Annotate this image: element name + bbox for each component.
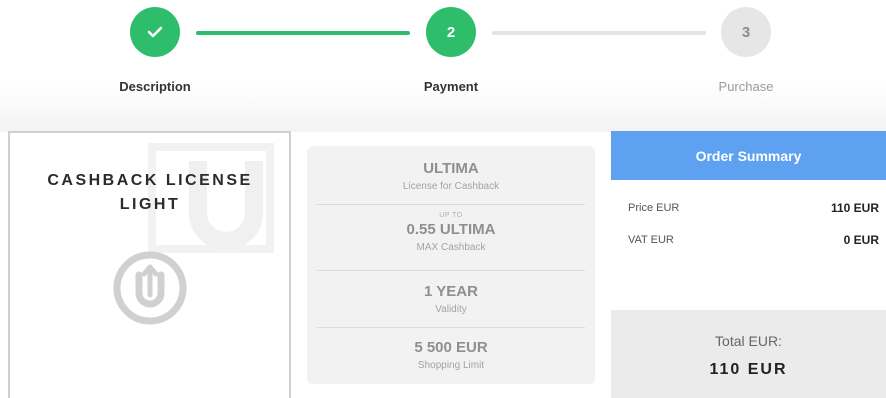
checkmark-icon [147, 26, 163, 38]
step-3-number: 3 [741, 23, 751, 41]
feature-cashback: UP TO 0.55 ULTIMA MAX Cashback [317, 212, 585, 253]
vat-label: VAT EUR [628, 234, 674, 246]
feature-limit-value: 5 500 EUR [414, 339, 488, 356]
summary-total: Total EUR: 110 EUR [611, 310, 886, 398]
step-1-circle[interactable] [130, 7, 180, 57]
feature-cashback-caption: MAX Cashback [416, 242, 486, 253]
feature-divider [317, 270, 585, 271]
total-label: Total EUR: [715, 333, 782, 349]
vat-value: 0 EUR [843, 233, 879, 247]
step-connector-1 [196, 31, 410, 35]
step-2-number: 2 [446, 23, 456, 41]
total-value: 110 EUR [709, 361, 788, 378]
feature-divider [317, 204, 585, 205]
feature-plan-value: ULTIMA [423, 160, 479, 177]
feature-validity-caption: Validity [435, 304, 467, 315]
feature-plan-caption: License for Cashback [402, 181, 500, 192]
step-3-label: Purchase [718, 79, 774, 94]
ultima-logo-icon [113, 251, 187, 325]
feature-cashback-prefix: UP TO [439, 212, 463, 219]
product-title: CASHBACK LICENSE LIGHT [47, 172, 253, 213]
product-card[interactable]: CASHBACK LICENSE LIGHT [8, 131, 291, 398]
feature-divider [317, 327, 585, 328]
step-2-circle[interactable]: 2 [426, 7, 476, 57]
feature-limit: 5 500 EUR Shopping Limit [317, 339, 585, 371]
summary-row-vat: VAT EUR 0 EUR [628, 233, 879, 247]
feature-cashback-value: 0.55 ULTIMA [406, 221, 496, 238]
step-2-label: Payment [423, 79, 479, 94]
feature-validity: 1 YEAR Validity [317, 283, 585, 315]
price-value: 110 EUR [830, 201, 879, 215]
order-summary: Order Summary Price EUR 110 EUR VAT EUR … [611, 131, 886, 398]
feature-validity-value: 1 YEAR [424, 283, 478, 300]
step-3-circle[interactable]: 3 [721, 7, 771, 57]
feature-plan: ULTIMA License for Cashback [317, 160, 585, 192]
step-1-label: Description [119, 79, 191, 94]
order-summary-title: Order Summary [611, 131, 886, 180]
license-features: ULTIMA License for Cashback UP TO 0.55 U… [307, 146, 595, 384]
feature-limit-caption: Shopping Limit [417, 360, 485, 371]
price-label: Price EUR [628, 202, 680, 214]
step-connector-2 [492, 31, 706, 35]
summary-row-price: Price EUR 110 EUR [628, 201, 879, 215]
